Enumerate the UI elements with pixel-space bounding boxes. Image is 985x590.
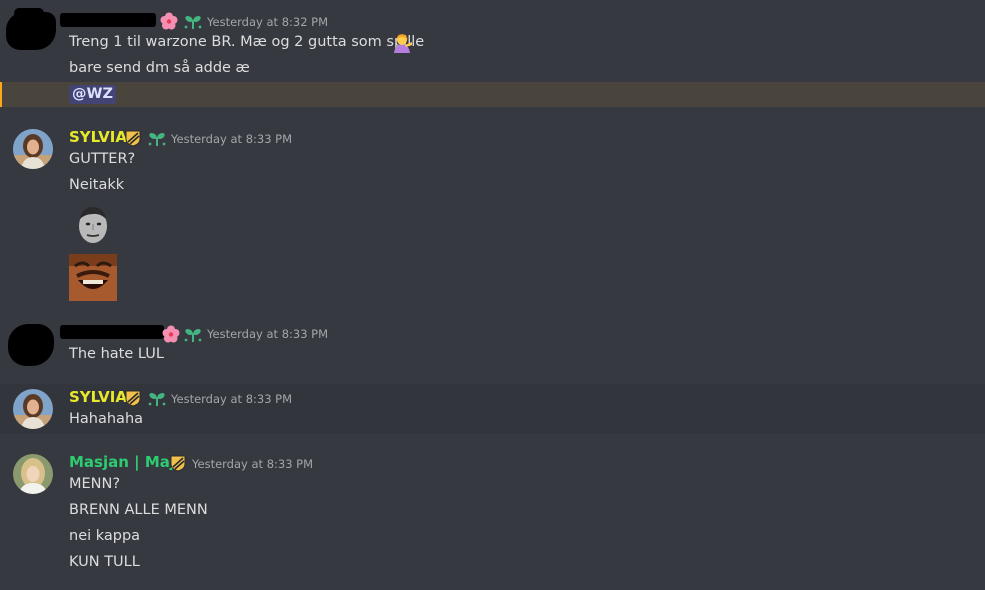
message-text: BRENN ALLE MENN <box>69 502 208 518</box>
timestamp[interactable]: Yesterday at 8:33 PM <box>192 457 313 471</box>
message-text: KUN TULL <box>69 554 140 570</box>
sprout-icon <box>148 132 166 146</box>
author-name[interactable]: SYLVIA <box>69 128 127 146</box>
sprout-icon <box>184 15 202 29</box>
avatar[interactable] <box>13 129 53 169</box>
sprout-icon <box>184 328 202 342</box>
author-name[interactable]: SYLVIA <box>69 388 127 406</box>
timestamp[interactable]: Yesterday at 8:33 PM <box>171 132 292 146</box>
timestamp[interactable]: Yesterday at 8:32 PM <box>207 15 328 29</box>
redacted-avatar <box>8 324 54 366</box>
message-text: MENN? <box>69 476 121 492</box>
hibiscus-icon <box>162 325 180 343</box>
message-text: nei kappa <box>69 528 141 544</box>
role-mention[interactable]: @WZ <box>69 85 117 104</box>
timestamp[interactable]: Yesterday at 8:33 PM <box>171 392 292 406</box>
hibiscus-icon <box>160 12 178 30</box>
redacted-author-name <box>60 13 156 27</box>
hypesquad-badge-icon <box>125 390 141 407</box>
message-text: bare send dm så adde æ <box>69 60 250 76</box>
sprout-icon <box>148 392 166 406</box>
message-text: The hate LUL <box>69 346 164 362</box>
timestamp[interactable]: Yesterday at 8:33 PM <box>207 327 328 341</box>
mention-highlight <box>0 82 985 107</box>
message-text: Neitakk <box>69 177 125 193</box>
message-text: Treng 1 til warzone BR. Mæ og 2 gutta so… <box>69 34 425 50</box>
hypesquad-badge-icon <box>170 455 186 472</box>
author-name[interactable]: Masjan | Maja <box>69 453 185 471</box>
person-tipping-hand-emoji <box>394 34 412 53</box>
message-text: Hahahaha <box>69 411 144 427</box>
kappa-emote[interactable] <box>74 204 112 246</box>
message-text: GUTTER? <box>69 151 136 167</box>
hypesquad-badge-icon <box>125 130 141 147</box>
redacted-author-name <box>60 325 164 339</box>
laughing-face-emote[interactable] <box>69 254 117 301</box>
avatar[interactable] <box>13 454 53 494</box>
avatar[interactable] <box>13 389 53 429</box>
